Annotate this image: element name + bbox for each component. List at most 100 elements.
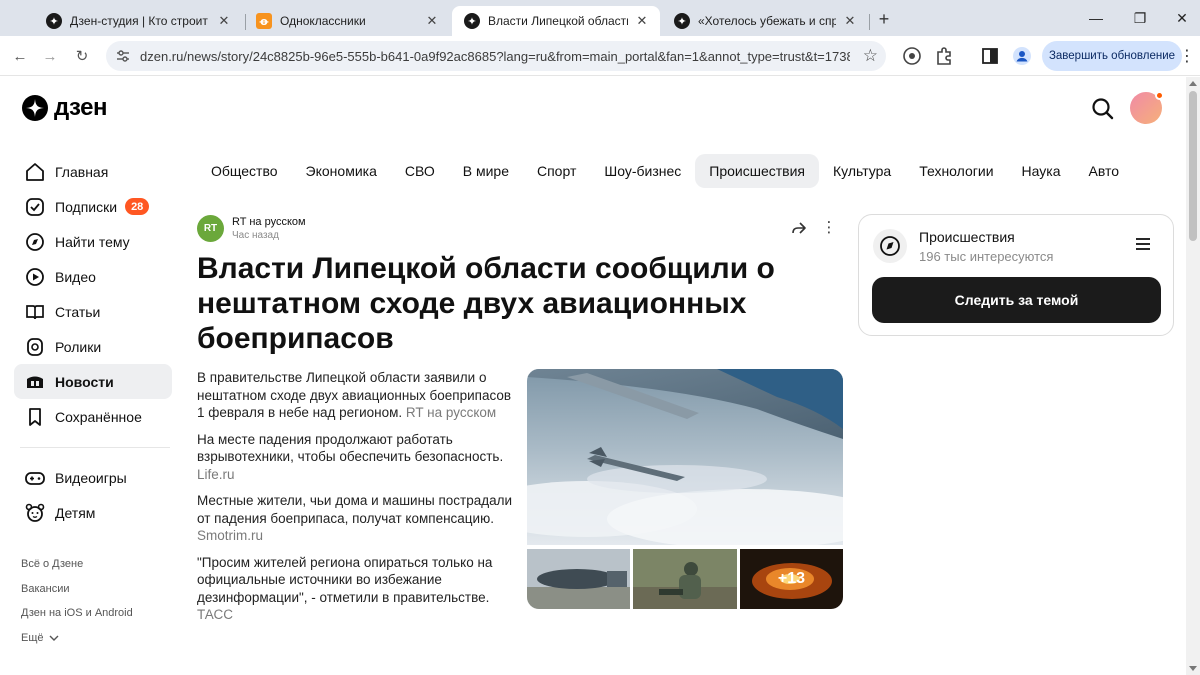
sidebar-item-saved[interactable]: Сохранённое bbox=[14, 399, 172, 434]
finish-update-button[interactable]: Завершить обновление bbox=[1042, 41, 1182, 71]
address-bar[interactable]: dzen.ru/news/story/24c8825b-96e5-555b-b6… bbox=[106, 41, 886, 71]
more-options-icon[interactable]: ⋮ bbox=[820, 217, 838, 237]
main-photo[interactable] bbox=[527, 369, 843, 545]
topic-name: Происшествия bbox=[919, 229, 1015, 245]
close-tab-icon[interactable]: ✕ bbox=[216, 13, 232, 29]
tab-economy[interactable]: Экономика bbox=[292, 154, 391, 188]
story-summaries: В правительстве Липецкой области заявили… bbox=[197, 369, 517, 633]
summary-source-link[interactable]: ТАСС bbox=[197, 607, 233, 622]
summary-item: На месте падения продолжают работать взр… bbox=[197, 431, 517, 484]
sidebar-item-video[interactable]: Видео bbox=[14, 259, 172, 294]
sidebar-item-label: Главная bbox=[55, 163, 109, 180]
profile-icon[interactable] bbox=[1012, 46, 1032, 66]
gamepad-icon bbox=[25, 471, 45, 485]
tab-technology[interactable]: Технологии bbox=[905, 154, 1007, 188]
source-name: RT на русском bbox=[232, 216, 306, 228]
summary-source-link[interactable]: Smotrim.ru bbox=[197, 528, 263, 543]
user-avatar[interactable] bbox=[1130, 91, 1164, 124]
share-icon[interactable] bbox=[790, 219, 808, 237]
tab-culture[interactable]: Культура bbox=[819, 154, 905, 188]
sidebar-item-label: Сохранённое bbox=[55, 408, 142, 425]
forward-icon[interactable]: → bbox=[38, 44, 62, 68]
kids-icon bbox=[25, 503, 45, 522]
tab-auto[interactable]: Авто bbox=[1075, 154, 1134, 188]
sidebar-item-subscriptions[interactable]: Подписки 28 bbox=[14, 189, 172, 224]
chevron-down-icon bbox=[49, 635, 59, 642]
page-content: дзен Главная Подписки 28 Найти тему Виде… bbox=[0, 77, 1185, 675]
translate-extension-icon[interactable] bbox=[902, 46, 922, 66]
scroll-up-icon[interactable] bbox=[1189, 81, 1197, 86]
close-tab-icon[interactable]: ✕ bbox=[842, 13, 858, 29]
tab-bar: ✦ Дзен-студия | Кто строит дачу ✕ ꝋ Одно… bbox=[0, 0, 1200, 36]
summary-text: На месте падения продолжают работать взр… bbox=[197, 431, 504, 465]
scroll-down-icon[interactable] bbox=[1189, 666, 1197, 671]
sidebar-item-label: Подписки bbox=[55, 198, 118, 215]
sidebar-footer: Всё о Дзене Вакансии Дзен на iOS и Andro… bbox=[21, 552, 133, 650]
tab-sport[interactable]: Спорт bbox=[523, 154, 590, 188]
sidebar-item-home[interactable]: Главная bbox=[14, 154, 172, 189]
sidebar-item-games[interactable]: Видеоигры bbox=[14, 460, 172, 495]
tab-science[interactable]: Наука bbox=[1008, 154, 1075, 188]
news-icon bbox=[27, 376, 43, 388]
sidebar-item-find-topic[interactable]: Найти тему bbox=[14, 224, 172, 259]
sidebar-item-articles[interactable]: Статьи bbox=[14, 294, 172, 329]
sidebar-item-news[interactable]: Новости bbox=[14, 364, 172, 399]
page-scrollbar[interactable] bbox=[1186, 77, 1200, 675]
tab-svo[interactable]: СВО bbox=[391, 154, 449, 188]
footer-more[interactable]: Ещё bbox=[21, 626, 133, 651]
summary-item: В правительстве Липецкой области заявили… bbox=[197, 369, 517, 422]
sidebar-item-label: Найти тему bbox=[55, 233, 130, 250]
footer-link-apps[interactable]: Дзен на iOS и Android bbox=[21, 601, 133, 626]
photo-thumbnail-more[interactable]: +13 bbox=[740, 549, 843, 609]
close-tab-icon[interactable]: ✕ bbox=[634, 13, 650, 29]
browser-menu-icon[interactable]: ⋮ bbox=[1179, 46, 1195, 66]
subscriptions-badge: 28 bbox=[125, 198, 150, 215]
restore-icon[interactable]: ❐ bbox=[1130, 8, 1150, 28]
sidebar-item-kids[interactable]: Детям bbox=[14, 495, 172, 530]
summary-source-link[interactable]: RT на русском bbox=[406, 405, 496, 420]
new-tab-button[interactable]: + bbox=[874, 9, 894, 29]
publish-time: Час назад bbox=[232, 230, 279, 241]
sidebar-item-shorts[interactable]: Ролики bbox=[14, 329, 172, 364]
footer-link-jobs[interactable]: Вакансии bbox=[21, 577, 133, 602]
url-text: dzen.ru/news/story/24c8825b-96e5-555b-b6… bbox=[140, 49, 850, 64]
summary-text: Местные жители, чьи дома и машины постра… bbox=[197, 493, 513, 526]
tab-world[interactable]: В мире bbox=[449, 154, 523, 188]
follow-topic-button[interactable]: Следить за темой bbox=[872, 277, 1161, 323]
extensions-icon[interactable] bbox=[934, 46, 954, 66]
minimize-icon[interactable]: — bbox=[1086, 8, 1106, 28]
browser-tab-4[interactable]: ✦ «Хотелось убежать и спрятать ✕ bbox=[662, 6, 868, 36]
subscriptions-icon bbox=[26, 197, 44, 216]
dzen-logo[interactable]: дзен bbox=[22, 94, 107, 122]
bookmark-icon bbox=[29, 407, 41, 426]
bookmark-star-icon[interactable]: ☆ bbox=[863, 46, 878, 66]
search-icon[interactable] bbox=[1090, 96, 1116, 122]
summary-source-link[interactable]: Life.ru bbox=[197, 467, 235, 482]
scrollbar-thumb[interactable] bbox=[1189, 91, 1197, 241]
dzen-icon: ✦ bbox=[674, 13, 690, 29]
home-icon bbox=[26, 162, 44, 181]
back-icon[interactable]: ← bbox=[8, 44, 32, 68]
hamburger-menu-icon[interactable] bbox=[1135, 237, 1151, 251]
close-tab-icon[interactable]: ✕ bbox=[424, 13, 440, 29]
side-panel-icon[interactable] bbox=[980, 46, 1000, 66]
more-photos-count: +13 bbox=[777, 570, 806, 587]
photo-thumbnail[interactable] bbox=[633, 549, 737, 609]
article-source[interactable]: RT RT на русском Час назад bbox=[197, 215, 306, 242]
tab-title: Дзен-студия | Кто строит дачу bbox=[70, 14, 210, 28]
tab-society[interactable]: Общество bbox=[197, 154, 292, 188]
sidebar-item-label: Детям bbox=[55, 504, 96, 521]
browser-tab-1[interactable]: ✦ Дзен-студия | Кто строит дачу ✕ bbox=[34, 6, 242, 36]
source-logo: RT bbox=[197, 215, 224, 242]
topic-followers: 196 тыс интересуются bbox=[919, 249, 1054, 264]
tab-incidents[interactable]: Происшествия bbox=[695, 154, 819, 188]
browser-tab-2[interactable]: ꝋ Одноклассники ✕ bbox=[244, 6, 450, 36]
footer-link-about[interactable]: Всё о Дзене bbox=[21, 552, 133, 577]
close-window-icon[interactable]: ✕ bbox=[1172, 8, 1192, 28]
photo-thumbnail[interactable] bbox=[527, 549, 630, 609]
reload-icon[interactable]: ↻ bbox=[70, 44, 94, 68]
tab-showbiz[interactable]: Шоу-бизнес bbox=[590, 154, 695, 188]
site-settings-icon[interactable] bbox=[116, 49, 130, 63]
tab-separator bbox=[869, 14, 870, 30]
browser-tab-3[interactable]: ✦ Власти Липецкой области соо ✕ bbox=[452, 6, 660, 36]
